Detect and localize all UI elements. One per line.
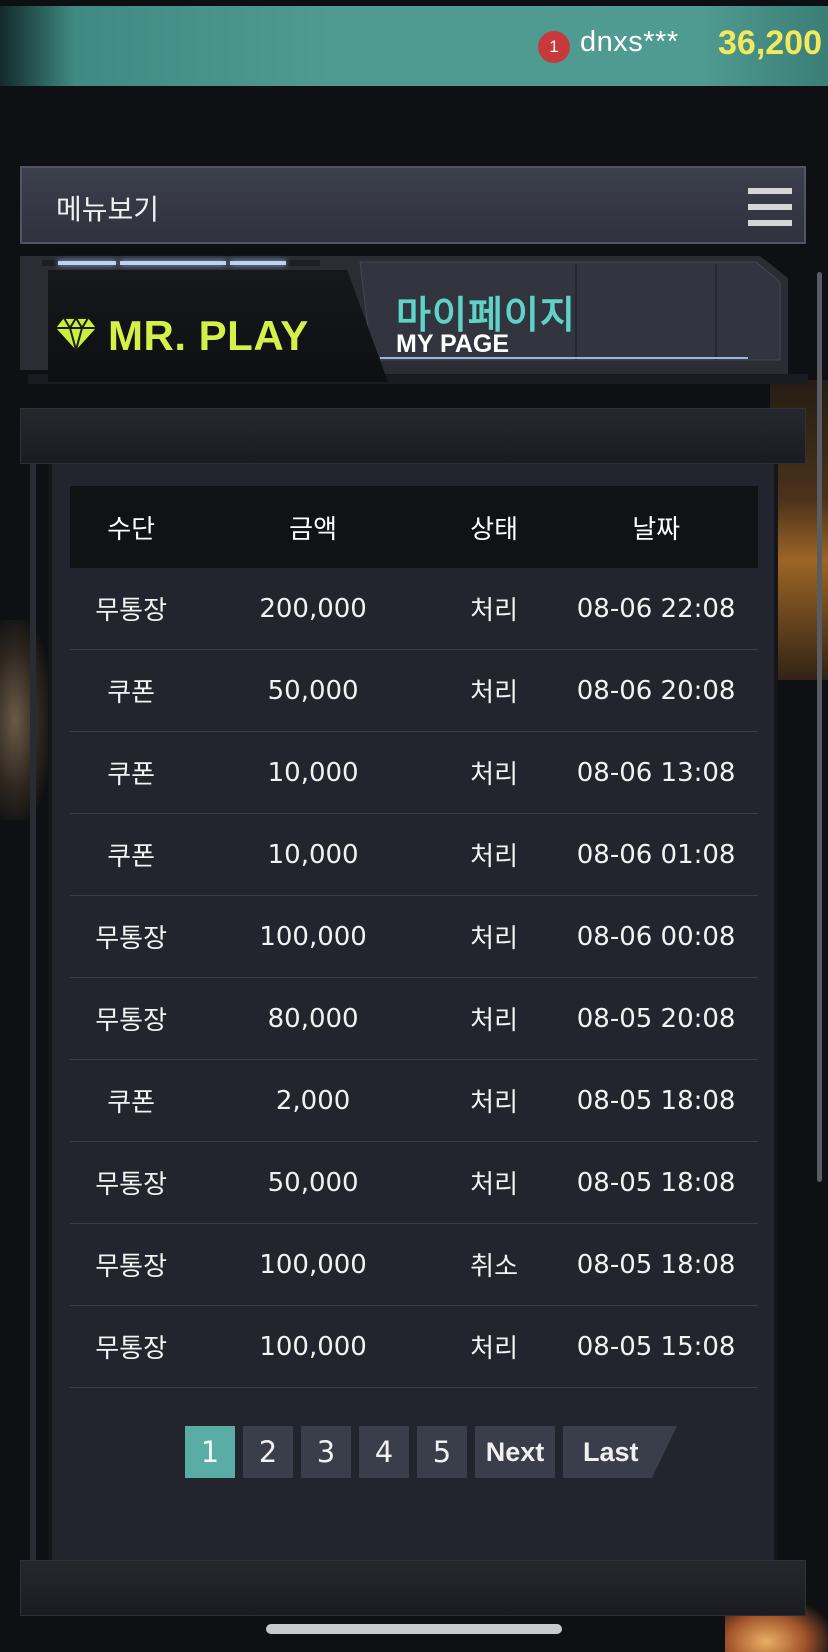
cell-status: 처리 (433, 813, 555, 896)
cell-method: 쿠폰 (70, 731, 193, 814)
cell-status: 처리 (433, 568, 555, 650)
table-row: 무통장 100,000 처리 08-06 00:08 (70, 895, 758, 978)
cell-date: 08-05 18:08 (554, 1059, 758, 1142)
cell-amount: 10,000 (192, 731, 434, 814)
cell-method: 무통장 (70, 1141, 193, 1224)
table-row: 무통장 50,000 처리 08-05 18:08 (70, 1141, 758, 1224)
column-header-method: 수단 (70, 486, 193, 568)
cell-date: 08-05 15:08 (554, 1305, 758, 1388)
table-row: 쿠폰 10,000 처리 08-06 01:08 (70, 813, 758, 896)
background-art-left (0, 620, 50, 820)
menu-label[interactable]: 메뉴보기 (56, 188, 159, 228)
cell-amount: 100,000 (192, 1305, 434, 1388)
balance: 36,200 (718, 24, 822, 62)
table-row: 무통장 200,000 처리 08-06 22:08 (70, 568, 758, 650)
cell-amount: 10,000 (192, 813, 434, 896)
brand-logo[interactable]: MR. PLAY (108, 312, 309, 360)
username[interactable]: dnxs*** (580, 26, 679, 59)
scrollbar[interactable] (817, 272, 822, 1182)
next-page-button[interactable]: Next (475, 1426, 555, 1478)
table-row: 무통장 80,000 처리 08-05 20:08 (70, 977, 758, 1060)
table-row: 쿠폰 2,000 처리 08-05 18:08 (70, 1059, 758, 1142)
cell-date: 08-06 01:08 (554, 813, 758, 896)
menu-bar[interactable]: 메뉴보기 (20, 166, 806, 244)
cell-date: 08-05 18:08 (554, 1223, 758, 1306)
cell-date: 08-06 22:08 (554, 568, 758, 650)
top-bar: 1 dnxs*** 36,200 (0, 6, 828, 86)
table-row: 쿠폰 10,000 처리 08-06 13:08 (70, 731, 758, 814)
cell-status: 처리 (433, 1141, 555, 1224)
cell-date: 08-06 20:08 (554, 649, 758, 732)
home-indicator[interactable] (266, 1624, 562, 1634)
cell-method: 무통장 (70, 895, 193, 978)
column-header-status: 상태 (433, 486, 555, 568)
cell-date: 08-05 18:08 (554, 1141, 758, 1224)
cell-method: 무통장 (70, 977, 193, 1060)
page-button-1[interactable]: 1 (185, 1426, 235, 1478)
cell-amount: 100,000 (192, 895, 434, 978)
page-button-2[interactable]: 2 (243, 1426, 293, 1478)
cell-date: 08-06 13:08 (554, 731, 758, 814)
cell-amount: 100,000 (192, 1223, 434, 1306)
notification-badge[interactable]: 1 (538, 31, 570, 63)
transaction-table: 수단 금액 상태 날짜 무통장 200,000 처리 08-06 22:08 쿠폰 50… (70, 486, 758, 1388)
cell-status: 처리 (433, 1305, 555, 1388)
hamburger-menu-icon[interactable] (748, 188, 792, 226)
column-header-date: 날짜 (554, 486, 758, 568)
table-row: 무통장 100,000 취소 08-05 18:08 (70, 1223, 758, 1306)
cell-amount: 200,000 (192, 568, 434, 650)
page-button-5[interactable]: 5 (417, 1426, 467, 1478)
cell-status: 처리 (433, 977, 555, 1060)
page-subtitle: MY PAGE (396, 330, 509, 358)
cell-method: 무통장 (70, 1223, 193, 1306)
cell-status: 처리 (433, 1059, 555, 1142)
page-header: MR. PLAY 마이페이지 MY PAGE (20, 256, 808, 386)
cell-method: 쿠폰 (70, 1059, 193, 1142)
cell-amount: 80,000 (192, 977, 434, 1060)
column-header-amount: 금액 (192, 486, 434, 568)
cell-status: 처리 (433, 895, 555, 978)
page-button-4[interactable]: 4 (359, 1426, 409, 1478)
cell-method: 쿠폰 (70, 813, 193, 896)
panel-top-shelf (20, 408, 806, 464)
header-lights (42, 260, 320, 266)
panel-bottom-shelf (20, 1560, 806, 1616)
cell-amount: 2,000 (192, 1059, 434, 1142)
cell-date: 08-06 00:08 (554, 895, 758, 978)
side-rail (30, 464, 36, 1560)
cell-method: 쿠폰 (70, 649, 193, 732)
cell-status: 취소 (433, 1223, 555, 1306)
cell-amount: 50,000 (192, 1141, 434, 1224)
table-row: 쿠폰 50,000 처리 08-06 20:08 (70, 649, 758, 732)
cell-method: 무통장 (70, 568, 193, 650)
cell-method: 무통장 (70, 1305, 193, 1388)
cell-status: 처리 (433, 731, 555, 814)
table-header-row: 수단 금액 상태 날짜 (70, 486, 758, 568)
diamond-icon (56, 316, 96, 352)
cell-status: 처리 (433, 649, 555, 732)
table-row: 무통장 100,000 처리 08-05 15:08 (70, 1305, 758, 1388)
page-button-3[interactable]: 3 (301, 1426, 351, 1478)
cell-amount: 50,000 (192, 649, 434, 732)
cell-date: 08-05 20:08 (554, 977, 758, 1060)
